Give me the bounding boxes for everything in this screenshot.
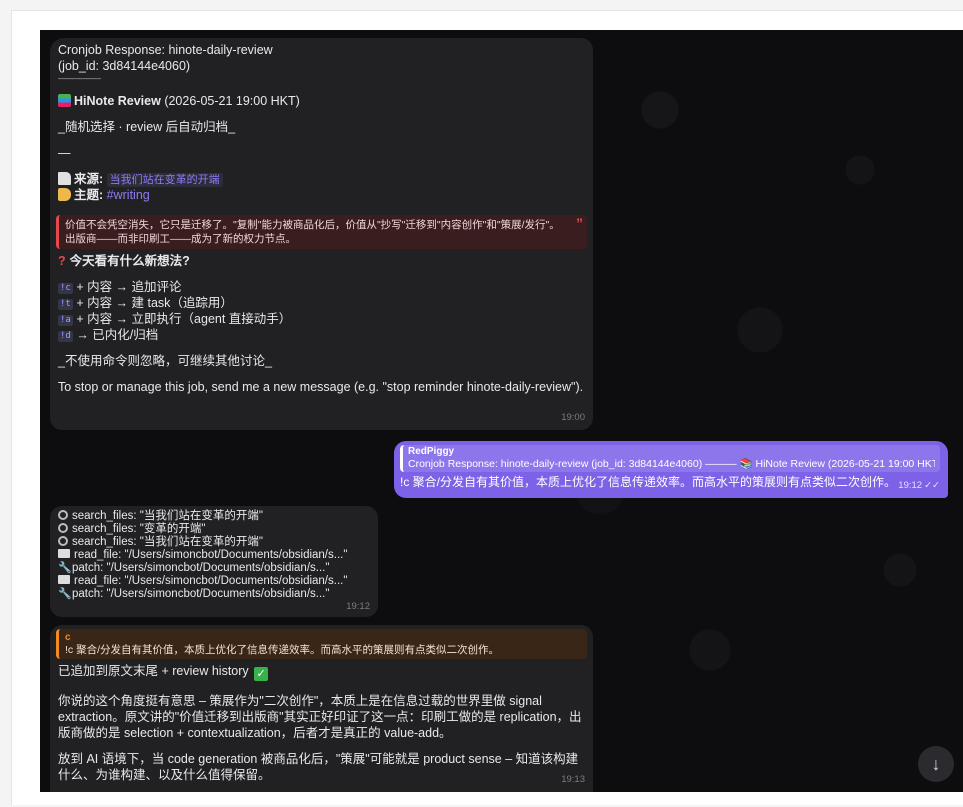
message-cronjob-response[interactable]: Cronjob Response: hinote-daily-review (j… xyxy=(50,38,593,430)
tool-call-row: 🔧patch: "/Users/simoncbot/Documents/obsi… xyxy=(58,588,370,601)
command-row: !t + 内容 → 建 task（追踪用） xyxy=(58,295,585,311)
message-outgoing-reply[interactable]: RedPiggy Cronjob Response: hinote-daily-… xyxy=(394,441,948,498)
footer-note: _不使用命令则忽略，可继续其他讨论_ xyxy=(58,354,272,368)
reply-paragraph-1: 你说的这个角度挺有意思 – 策展作为"二次创作"，本质上是在信息过载的世界里做 … xyxy=(58,694,582,740)
blockquote-text: 价值不会凭空消失，它只是迁移了。"复制"能力被商品化后，价值从"抄写"迁移到"内… xyxy=(65,219,560,245)
command-code[interactable]: !d xyxy=(58,331,73,342)
review-title-date: (2026-05-21 19:00 HKT) xyxy=(160,94,300,108)
double-check-icon: ✓✓ xyxy=(924,480,940,491)
tool-call-row: search_files: "变革的开端" xyxy=(58,523,370,536)
question-mark-icon: ? xyxy=(58,254,66,268)
quoted-text: !c 聚合/分发自有其价值，本质上优化了信息传递效率。而高水平的策展则有点类似二… xyxy=(65,644,499,656)
wrench-icon: 🔧 xyxy=(58,588,72,600)
books-icon xyxy=(58,94,71,107)
quote-mark-icon: ” xyxy=(576,215,583,231)
divider: —————— xyxy=(58,74,101,83)
tool-call-row: read_file: "/Users/simoncbot/Documents/o… xyxy=(58,575,370,588)
command-code[interactable]: !c xyxy=(58,283,73,294)
question-text: 今天看有什么新想法? xyxy=(69,254,190,268)
tool-call-text: read_file: "/Users/simoncbot/Documents/o… xyxy=(74,575,348,587)
command-row: !a + 内容 → 立即执行（agent 直接动手） xyxy=(58,311,585,327)
reply-snippet: Cronjob Response: hinote-daily-review (j… xyxy=(408,458,935,470)
message-header-line1: Cronjob Response: hinote-daily-review xyxy=(58,43,273,57)
command-code[interactable]: !t xyxy=(58,299,73,310)
command-text: + 内容 → 立即执行（agent 直接动手） xyxy=(72,312,292,326)
command-text: + 内容 → 追加评论 xyxy=(72,280,182,294)
review-subtitle: _随机选择 · review 后自动归档_ xyxy=(58,120,236,134)
blockquote: 价值不会凭空消失，它只是迁移了。"复制"能力被商品化后，价值从"抄写"迁移到"内… xyxy=(56,215,587,249)
command-text: → 已内化/归档 xyxy=(72,328,159,342)
tool-call-row: 🔧patch: "/Users/simoncbot/Documents/obsi… xyxy=(58,562,370,575)
command-row: !c + 内容 → 追加评论 xyxy=(58,279,585,295)
message-header-line2: (job_id: 3d84144e4060) xyxy=(58,59,191,73)
message-time-status: 19:12 ✓✓ xyxy=(898,478,940,494)
tool-call-text: search_files: "变革的开端" xyxy=(72,523,206,535)
question-row: ? 今天看有什么新想法? xyxy=(58,253,585,269)
added-confirmation: 已追加到原文末尾 + review history ✓ xyxy=(58,663,585,681)
command-code[interactable]: !a xyxy=(58,315,73,326)
source-link[interactable]: 当我们站在变革的开端 xyxy=(106,173,223,187)
tool-call-row: search_files: "当我们站在变革的开端" xyxy=(58,536,370,549)
tool-call-text: read_file: "/Users/simoncbot/Documents/o… xyxy=(74,549,348,561)
message-time: 19:12 xyxy=(898,480,923,491)
page-icon xyxy=(58,172,71,185)
message-bot-reply[interactable]: c !c 聚合/分发自有其价值，本质上优化了信息传递效率。而高水平的策展则有点类… xyxy=(50,625,593,792)
review-title-bold: HiNote Review xyxy=(74,94,161,108)
stop-instructions: To stop or manage this job, send me a ne… xyxy=(58,380,584,394)
command-text: + 内容 → 建 task（追踪用） xyxy=(72,296,233,310)
message-time: 19:12 xyxy=(346,601,370,612)
chat-area[interactable]: Cronjob Response: hinote-daily-review (j… xyxy=(40,30,963,792)
check-mark-icon: ✓ xyxy=(254,667,269,681)
reply-paragraph-2: 放到 AI 语境下，当 code generation 被商品化后，"策展"可能… xyxy=(58,752,579,782)
tool-call-text: search_files: "当我们站在变革的开端" xyxy=(72,536,263,548)
quoted-author: c xyxy=(65,632,71,643)
source-label: 来源: xyxy=(74,172,104,186)
message-tool-log[interactable]: search_files: "当我们站在变革的开端" search_files:… xyxy=(50,506,378,617)
search-icon xyxy=(58,510,68,520)
hashtag-writing[interactable]: #writing xyxy=(107,188,150,202)
book-icon xyxy=(58,575,70,584)
reply-preview[interactable]: RedPiggy Cronjob Response: hinote-daily-… xyxy=(400,445,940,472)
command-row: !d → 已内化/归档 xyxy=(58,327,585,343)
search-icon xyxy=(58,536,68,546)
message-time: 19:13 xyxy=(561,774,585,785)
tool-call-row: search_files: "当我们站在变革的开端" xyxy=(58,510,370,523)
topic-label: 主题: xyxy=(74,188,104,202)
search-icon xyxy=(58,523,68,533)
outgoing-message-text: !c 聚合/分发自有其价值，本质上优化了信息传递效率。而高水平的策展则有点类似二… xyxy=(400,475,897,489)
wrench-icon: 🔧 xyxy=(58,562,72,574)
scroll-down-button[interactable]: ↓ xyxy=(918,746,954,782)
reply-author: RedPiggy xyxy=(408,446,455,457)
review-title: HiNote Review (2026-05-21 19:00 HKT) xyxy=(58,93,585,109)
tool-call-text: patch: "/Users/simoncbot/Documents/obsid… xyxy=(72,562,330,574)
tool-call-text: patch: "/Users/simoncbot/Documents/obsid… xyxy=(72,588,330,600)
message-time: 19:00 xyxy=(561,412,585,423)
tool-call-row: read_file: "/Users/simoncbot/Documents/o… xyxy=(58,549,370,562)
label-icon xyxy=(58,188,71,201)
added-text: 已追加到原文末尾 + review history xyxy=(58,664,249,678)
book-icon xyxy=(58,549,70,558)
source-row: 来源: 当我们站在变革的开端 xyxy=(58,171,585,187)
tool-call-text: search_files: "当我们站在变革的开端" xyxy=(72,510,263,522)
quoted-message[interactable]: c !c 聚合/分发自有其价值，本质上优化了信息传递效率。而高水平的策展则有点类… xyxy=(56,629,587,659)
topic-row: 主题: #writing xyxy=(58,187,585,203)
horizontal-rule: — xyxy=(58,146,71,160)
